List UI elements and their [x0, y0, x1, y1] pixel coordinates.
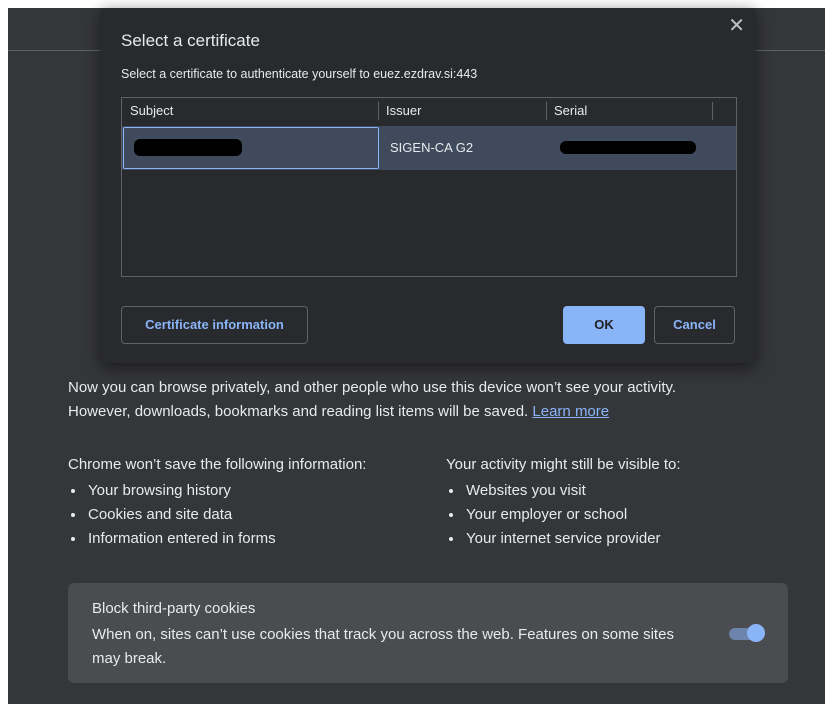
- not-saved-heading: Chrome won’t save the following informat…: [68, 456, 367, 473]
- cookie-card-description: When on, sites can’t use cookies that tr…: [92, 626, 674, 667]
- select-certificate-dialog: Select a certificate ✕ Select a certific…: [101, 8, 755, 363]
- list-item: Websites you visit: [446, 479, 681, 503]
- list-item: Information entered in forms: [68, 527, 366, 551]
- learn-more-link[interactable]: Learn more: [532, 403, 609, 420]
- dialog-title: Select a certificate: [121, 31, 260, 50]
- description-line-1: Now you can browse privately, and other …: [68, 379, 677, 396]
- list-item: Your internet service provider: [446, 527, 681, 551]
- cookie-card-title: Block third-party cookies: [92, 600, 256, 617]
- certificate-information-button[interactable]: Certificate information: [121, 306, 308, 344]
- third-party-cookies-card: Block third-party cookies When on, sites…: [68, 583, 788, 683]
- still-visible-heading: Your activity might still be visible to:: [446, 456, 681, 473]
- table-row[interactable]: SIGEN-CA G2: [122, 126, 736, 170]
- description-line-2-text: However, downloads, bookmarks and readin…: [68, 403, 529, 420]
- still-visible-list: Your activity might still be visible to:…: [446, 455, 681, 551]
- incognito-description: Now you can browse privately, and other …: [68, 376, 768, 424]
- description-line-2: However, downloads, bookmarks and readin…: [68, 400, 768, 424]
- cell-serial: [548, 126, 736, 170]
- column-header-subject[interactable]: Subject: [122, 98, 378, 124]
- cell-subject[interactable]: [123, 127, 379, 169]
- column-divider[interactable]: [712, 102, 713, 120]
- column-header-serial[interactable]: Serial: [546, 98, 712, 124]
- redaction-bar: [134, 139, 242, 156]
- redaction-bar: [560, 141, 696, 154]
- block-cookies-toggle[interactable]: [727, 624, 765, 642]
- certificate-table: Subject Issuer Serial SIGEN-CA G2: [121, 97, 737, 277]
- ok-button[interactable]: OK: [563, 306, 645, 344]
- dialog-subtitle: Select a certificate to authenticate you…: [121, 67, 478, 81]
- close-icon[interactable]: ✕: [728, 14, 745, 38]
- table-header: Subject Issuer Serial: [122, 98, 736, 124]
- list-item: Cookies and site data: [68, 503, 366, 527]
- toggle-knob: [747, 624, 765, 642]
- cancel-button[interactable]: Cancel: [654, 306, 735, 344]
- not-saved-list: Chrome won’t save the following informat…: [68, 455, 366, 551]
- list-item: Your employer or school: [446, 503, 681, 527]
- column-header-issuer[interactable]: Issuer: [378, 98, 546, 124]
- cell-issuer: SIGEN-CA G2: [390, 140, 474, 155]
- list-item: Your browsing history: [68, 479, 366, 503]
